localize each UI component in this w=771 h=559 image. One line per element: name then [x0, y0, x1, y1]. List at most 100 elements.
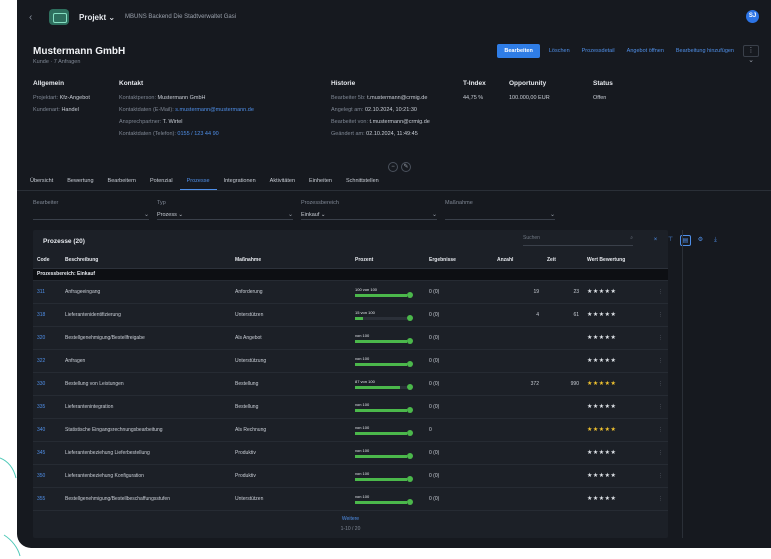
- col-measure[interactable]: Maßnahme: [231, 252, 351, 269]
- table-row[interactable]: 318 Lieferantenidentifizierung Unterstütze…: [33, 303, 668, 327]
- star-rating-icon[interactable]: ★★★★★: [587, 404, 616, 410]
- row-menu-icon[interactable]: ⋮: [654, 303, 668, 327]
- download-icon[interactable]: ⤓: [710, 235, 721, 246]
- filter-process-area[interactable]: Prozessbereich Einkauf ⌄ ⌄: [301, 200, 437, 220]
- phone-link[interactable]: 0155 / 123 44 90: [177, 131, 218, 137]
- star-rating-icon[interactable]: ★★★★★: [587, 427, 616, 433]
- process-rating[interactable]: ★★★★★: [583, 418, 654, 442]
- edit-button[interactable]: Bearbeiten: [497, 44, 540, 58]
- add-edit-link[interactable]: Bearbeitung hinzufügen: [673, 44, 737, 58]
- process-rating[interactable]: ★★★★★: [583, 349, 654, 373]
- process-code[interactable]: 350: [33, 464, 61, 488]
- filter-measure[interactable]: Maßnahme ⌄: [445, 200, 555, 220]
- more-menu-icon[interactable]: ⋮ ⌄: [743, 45, 759, 64]
- process-rating[interactable]: ★★★★★: [583, 395, 654, 419]
- process-rating[interactable]: ★★★★★: [583, 464, 654, 488]
- row-menu-icon[interactable]: ⋮: [654, 280, 668, 304]
- row-menu-icon[interactable]: ⋮: [654, 464, 668, 488]
- star-rating-icon[interactable]: ★★★★★: [587, 358, 616, 364]
- user-avatar[interactable]: SJ: [746, 10, 759, 23]
- col-results[interactable]: Ergebnisse: [425, 252, 493, 269]
- row-menu-icon[interactable]: ⋮: [654, 441, 668, 465]
- star-rating-icon[interactable]: ★★★★★: [587, 381, 616, 387]
- open-offer-link[interactable]: Angebot öffnen: [624, 44, 667, 58]
- tab-interfaces[interactable]: Schnittstellen: [339, 176, 386, 190]
- row-menu-icon[interactable]: ⋮: [654, 487, 668, 511]
- tab-overview[interactable]: Übersicht: [23, 176, 60, 190]
- process-rating[interactable]: ★★★★★: [583, 441, 654, 465]
- row-menu-icon[interactable]: ⋮: [654, 372, 668, 396]
- row-menu-icon[interactable]: ⋮: [654, 349, 668, 373]
- table-row[interactable]: 335 Lieferantenintegration Bestellung von 1…: [33, 395, 668, 419]
- search-input[interactable]: Suchen ⌕: [523, 235, 633, 246]
- process-rating[interactable]: ★★★★★: [583, 280, 654, 304]
- star-rating-icon[interactable]: ★★★★★: [587, 496, 616, 502]
- info-row: Kontaktdaten (E-Mail): s.mustermann@must…: [119, 107, 254, 113]
- table-row[interactable]: 340 Statistische Eingangsrechnungsbearbei…: [33, 418, 668, 442]
- tab-activities[interactable]: Aktivitäten: [263, 176, 302, 190]
- star-rating-icon[interactable]: ★★★★★: [587, 335, 616, 341]
- email-link[interactable]: s.mustermann@mustermann.de: [175, 107, 254, 113]
- row-menu-icon[interactable]: ⋮: [654, 326, 668, 350]
- process-code[interactable]: 335: [33, 395, 61, 419]
- process-code[interactable]: 318: [33, 303, 61, 327]
- process-code[interactable]: 340: [33, 418, 61, 442]
- process-rating[interactable]: ★★★★★: [583, 487, 654, 511]
- process-rating[interactable]: ★★★★★: [583, 303, 654, 327]
- col-time[interactable]: Zeit: [543, 252, 583, 269]
- process-rating[interactable]: ★★★★★: [583, 326, 654, 350]
- tab-integrations[interactable]: Integrationen: [217, 176, 263, 190]
- filter-type[interactable]: Typ Prozess ⌄ ⌄: [157, 200, 293, 220]
- row-menu-icon[interactable]: ⋮: [654, 418, 668, 442]
- delete-link[interactable]: Löschen: [546, 44, 573, 58]
- process-detail-link[interactable]: Prozessdetail: [579, 44, 618, 58]
- star-rating-icon[interactable]: ★★★★★: [587, 473, 616, 479]
- table-row[interactable]: 355 Bestellgenehmigung/Bestellbeschaffung…: [33, 487, 668, 511]
- back-arrow-icon[interactable]: ‹: [29, 12, 39, 23]
- process-code[interactable]: 320: [33, 326, 61, 350]
- col-count[interactable]: Anzahl: [493, 252, 543, 269]
- table-row[interactable]: 330 Bestellung von Leistungen Bestellung 87…: [33, 372, 668, 396]
- process-measure: Als Rechnung: [231, 418, 351, 442]
- process-code[interactable]: 345: [33, 441, 61, 465]
- process-code[interactable]: 322: [33, 349, 61, 373]
- process-code[interactable]: 355: [33, 487, 61, 511]
- col-rating[interactable]: Wert Bewertung: [583, 252, 654, 269]
- edit-pen-icon[interactable]: ✎: [401, 162, 411, 172]
- tab-processes[interactable]: Prozesse: [179, 176, 217, 190]
- col-code[interactable]: Code: [33, 252, 61, 269]
- process-code[interactable]: 311: [33, 280, 61, 304]
- tab-units[interactable]: Einheiten: [302, 176, 339, 190]
- star-rating-icon[interactable]: ★★★★★: [587, 450, 616, 456]
- close-icon[interactable]: ×: [650, 235, 661, 246]
- tab-editors[interactable]: Bearbeitern: [101, 176, 143, 190]
- settings-icon[interactable]: ⚙: [695, 235, 706, 246]
- row-menu-icon[interactable]: ⋮: [654, 395, 668, 419]
- tab-potential[interactable]: Potenzial: [143, 176, 180, 190]
- table-row[interactable]: 320 Bestellgenehmigung/Bestellfreigabe Als…: [33, 326, 668, 350]
- col-actions: [654, 252, 668, 269]
- breadcrumb[interactable]: MBUNS Backend Die Stadtverwaltet Gasi: [125, 14, 236, 20]
- project-dropdown[interactable]: Projekt ⌄: [79, 13, 115, 22]
- progress-fill: [355, 339, 407, 343]
- tab-rating[interactable]: Bewertung: [60, 176, 100, 190]
- star-rating-icon[interactable]: ★★★★★: [587, 312, 616, 318]
- filter-icon[interactable]: ⊤: [665, 235, 676, 246]
- table-row[interactable]: 350 Lieferantenbeziehung Konfiguration Pro…: [33, 464, 668, 488]
- app-window: ‹ Projekt ⌄ MBUNS Backend Die Stadtverwa…: [17, 0, 771, 548]
- collapse-icon[interactable]: −: [388, 162, 398, 172]
- table-row[interactable]: 345 Lieferantenbeziehung Lieferbestellung…: [33, 441, 668, 465]
- process-measure: Unterstützen: [231, 487, 351, 511]
- table-row[interactable]: 311 Anfrageeingang Anforderung 100 von 100 0…: [33, 280, 668, 304]
- process-code[interactable]: 330: [33, 372, 61, 396]
- filter-editor[interactable]: Bearbeiter ⌄: [33, 200, 149, 220]
- col-percent[interactable]: Prozent: [351, 252, 425, 269]
- col-description[interactable]: Beschreibung: [61, 252, 231, 269]
- process-rating[interactable]: ★★★★★: [583, 372, 654, 396]
- process-progress: von 100: [351, 487, 425, 511]
- table-row[interactable]: 322 Anfragen Unterstützung von 100 0 (0) ★★★★…: [33, 349, 668, 373]
- process-description: Lieferantenidentifizierung: [61, 303, 231, 327]
- load-more-link[interactable]: Weitere: [33, 516, 668, 522]
- star-rating-icon[interactable]: ★★★★★: [587, 289, 616, 295]
- progress-dot-icon: [407, 475, 413, 482]
